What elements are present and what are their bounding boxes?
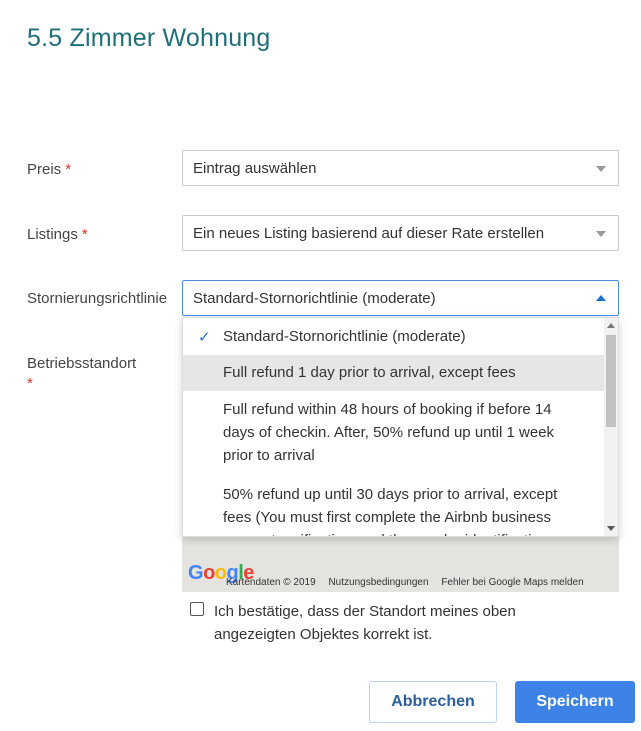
chevron-up-icon [596, 295, 606, 301]
location-label-text: Betriebsstandort [27, 355, 137, 372]
page-title: 5.5 Zimmer Wohnung [27, 24, 271, 52]
listings-label-text: Listings [27, 226, 78, 243]
map-terms-link[interactable]: Nutzungsbedingungen [328, 577, 428, 588]
confirm-location-checkbox[interactable] [190, 602, 204, 616]
price-select-value: Eintrag auswählen [193, 160, 317, 177]
confirm-location-text[interactable]: Ich bestätige, dass der Standort meines … [214, 600, 544, 646]
chevron-down-icon [596, 166, 606, 172]
price-label-text: Preis [27, 161, 62, 178]
price-select[interactable]: Eintrag auswählen [182, 150, 619, 186]
listings-label: Listings * [27, 226, 88, 243]
scroll-up-arrow-icon[interactable] [607, 323, 615, 328]
location-map[interactable]: Google Kartendaten © 2019 Nutzungsbeding… [182, 537, 619, 592]
map-report-error-link[interactable]: Fehler bei Google Maps melden [441, 577, 583, 588]
dropdown-option[interactable]: 50% refund up until 30 days prior to arr… [183, 477, 605, 536]
cancellation-dropdown-list[interactable]: ✓ Standard-Stornorichtlinie (moderate) F… [182, 317, 619, 537]
scrollbar-thumb[interactable] [606, 335, 616, 427]
cancellation-label: Stornierungsrichtlinie [27, 290, 168, 307]
option-label: Standard-Stornorichtlinie (moderate) [223, 328, 466, 345]
cancellation-select-value: Standard-Stornorichtlinie (moderate) [193, 290, 436, 307]
save-button[interactable]: Speichern [515, 681, 635, 723]
location-label: Betriebsstandort * [27, 355, 136, 392]
option-label: 50% refund up until 30 days prior to arr… [223, 486, 558, 536]
dropdown-option[interactable]: Full refund within 48 hours of booking i… [183, 391, 605, 477]
listings-select[interactable]: Ein neues Listing basierend auf dieser R… [182, 215, 619, 251]
cancel-button[interactable]: Abbrechen [369, 681, 497, 723]
chevron-down-icon [596, 231, 606, 237]
checkmark-icon: ✓ [198, 329, 211, 346]
option-label: Full refund within 48 hours of booking i… [223, 401, 555, 464]
dropdown-option[interactable]: ✓ Standard-Stornorichtlinie (moderate) [183, 318, 605, 355]
option-label: Full refund 1 day prior to arrival, exce… [223, 364, 516, 381]
required-marker: * [81, 226, 88, 243]
dropdown-scrollbar[interactable] [604, 318, 618, 536]
price-label: Preis * [27, 161, 71, 178]
map-data-credit: Kartendaten © 2019 [226, 577, 316, 588]
required-marker: * [27, 375, 33, 392]
dropdown-option-highlighted[interactable]: Full refund 1 day prior to arrival, exce… [183, 355, 605, 391]
map-footer: Kartendaten © 2019 Nutzungsbedingungen F… [226, 577, 594, 588]
required-marker: * [65, 161, 72, 178]
cancellation-select[interactable]: Standard-Stornorichtlinie (moderate) [182, 280, 619, 316]
scroll-down-arrow-icon[interactable] [607, 526, 615, 531]
listings-select-value: Ein neues Listing basierend auf dieser R… [193, 225, 545, 242]
